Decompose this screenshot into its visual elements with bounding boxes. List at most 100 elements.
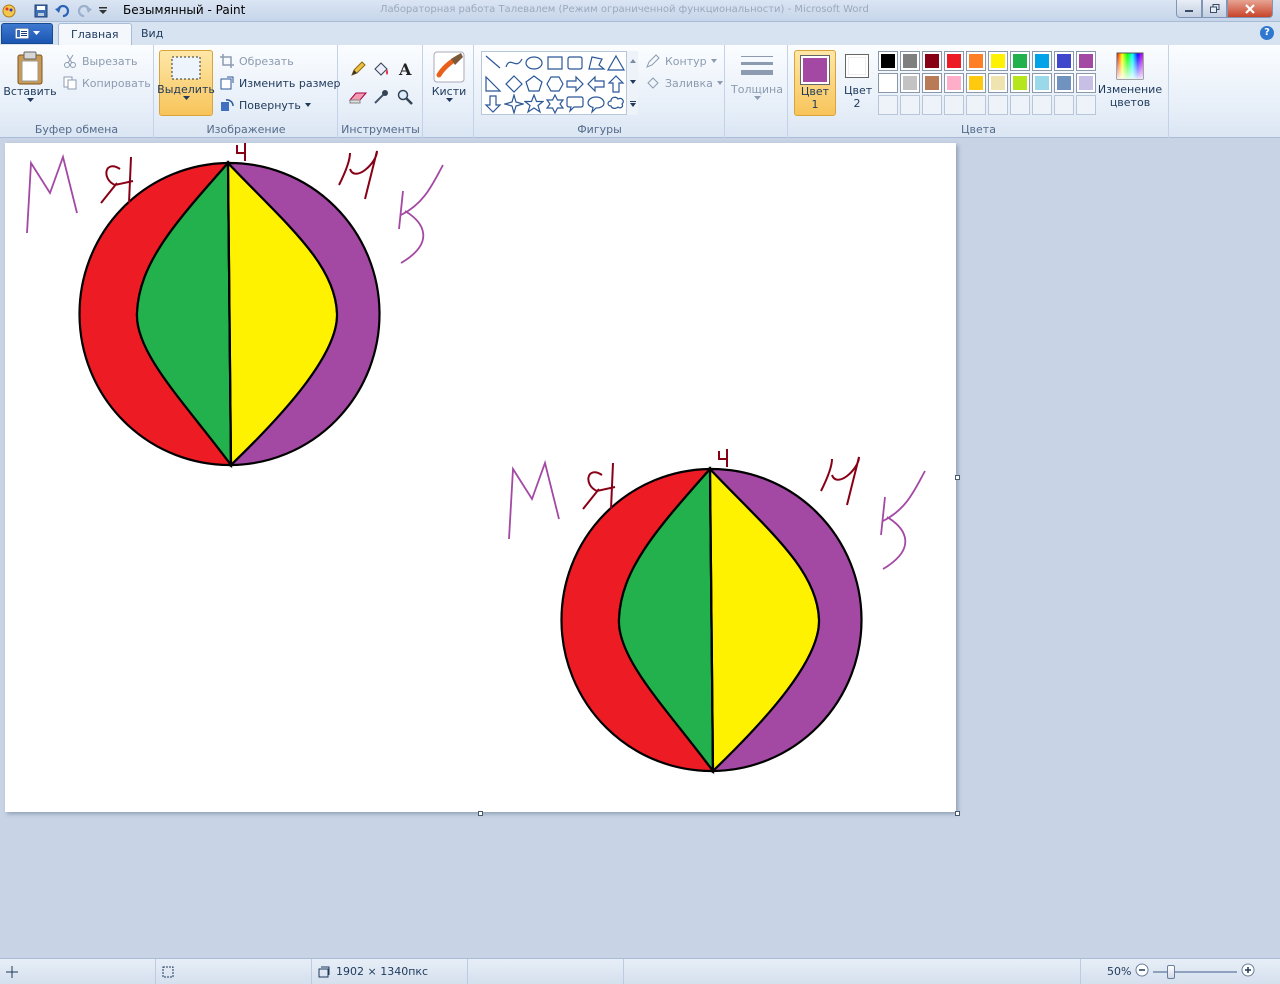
close-button[interactable] <box>1227 0 1273 18</box>
shape-polygon-icon[interactable] <box>586 53 606 73</box>
fill-button[interactable]: Заливка <box>645 73 723 93</box>
palette-custom-slot[interactable] <box>944 95 964 115</box>
shape-line-icon[interactable] <box>483 53 503 73</box>
palette-color-swatch[interactable] <box>1054 73 1074 93</box>
cut-button[interactable]: Вырезать <box>62 51 137 71</box>
text-icon[interactable]: A <box>394 58 416 80</box>
eraser-icon[interactable] <box>347 86 369 108</box>
palette-custom-slot[interactable] <box>1032 95 1052 115</box>
shape-six-point-star-icon[interactable] <box>545 94 565 114</box>
palette-custom-slot[interactable] <box>1076 95 1096 115</box>
palette-color-swatch[interactable] <box>1032 51 1052 71</box>
palette-color-swatch[interactable] <box>1010 51 1030 71</box>
canvas-workspace[interactable] <box>0 139 1280 957</box>
drawing-ball-1 <box>26 143 444 469</box>
help-icon[interactable]: ? <box>1260 26 1274 40</box>
palette-custom-slot[interactable] <box>988 95 1008 115</box>
palette-color-swatch[interactable] <box>1032 73 1052 93</box>
palette-custom-slot[interactable] <box>1054 95 1074 115</box>
drawing[interactable] <box>5 143 956 812</box>
palette-custom-slot[interactable] <box>878 95 898 115</box>
palette-color-swatch[interactable] <box>1010 73 1030 93</box>
shape-oval-callout-icon[interactable] <box>586 94 606 114</box>
magnifier-icon[interactable] <box>394 86 416 108</box>
palette-custom-slot[interactable] <box>966 95 986 115</box>
resize-handle-bottom[interactable] <box>478 811 483 816</box>
palette-color-swatch[interactable] <box>922 51 942 71</box>
shapes-scrollbar[interactable] <box>626 51 638 115</box>
shape-right-arrow-icon[interactable] <box>565 74 585 94</box>
palette-color-swatch[interactable] <box>1076 73 1096 93</box>
undo-icon[interactable] <box>53 2 71 20</box>
redo-icon[interactable] <box>77 2 93 20</box>
chevron-down-icon <box>445 98 453 102</box>
resize-handle-corner[interactable] <box>955 811 960 816</box>
file-menu-button[interactable] <box>1 23 53 44</box>
shape-rectangle-icon[interactable] <box>545 53 565 73</box>
palette-custom-slot[interactable] <box>922 95 942 115</box>
shape-oval-icon[interactable] <box>524 53 544 73</box>
selection-icon <box>162 966 174 977</box>
paint-app-icon[interactable] <box>2 2 16 20</box>
customize-quick-access-icon[interactable] <box>98 2 108 20</box>
shape-curve-icon[interactable] <box>504 53 524 73</box>
color2-button[interactable]: Цвет 2 <box>839 54 875 110</box>
rotate-icon <box>219 97 235 113</box>
size-button[interactable]: Толщина <box>731 51 783 101</box>
resize-icon <box>219 75 235 91</box>
shape-hexagon-icon[interactable] <box>545 74 565 94</box>
palette-color-swatch[interactable] <box>1054 51 1074 71</box>
shape-rounded-rectangle-icon[interactable] <box>565 53 585 73</box>
color1-button[interactable]: Цвет 1 <box>794 50 836 116</box>
outline-button[interactable]: Контур <box>645 51 717 71</box>
palette-color-swatch[interactable] <box>988 51 1008 71</box>
tab-home[interactable]: Главная <box>58 23 132 45</box>
palette-color-swatch[interactable] <box>900 73 920 93</box>
select-button[interactable]: Выделить <box>157 50 215 116</box>
shape-pentagon-icon[interactable] <box>524 74 544 94</box>
shape-cloud-callout-icon[interactable] <box>606 94 626 114</box>
rotate-button[interactable]: Повернуть <box>219 95 311 115</box>
fill-bucket-icon[interactable] <box>370 58 392 80</box>
palette-color-swatch[interactable] <box>878 73 898 93</box>
palette-color-swatch[interactable] <box>966 73 986 93</box>
resize-handle-right[interactable] <box>955 475 960 480</box>
copy-button[interactable]: Копировать <box>62 73 151 93</box>
palette-custom-slot[interactable] <box>1010 95 1030 115</box>
tab-view[interactable]: Вид <box>129 23 175 45</box>
shape-left-arrow-icon[interactable] <box>586 74 606 94</box>
crop-button[interactable]: Обрезать <box>219 51 294 71</box>
zoom-slider[interactable] <box>1153 964 1238 979</box>
shape-up-arrow-icon[interactable] <box>606 74 626 94</box>
palette-color-swatch[interactable] <box>1076 51 1096 71</box>
zoom-in-button[interactable] <box>1241 963 1255 980</box>
palette-custom-slot[interactable] <box>900 95 920 115</box>
palette-color-swatch[interactable] <box>878 51 898 71</box>
shape-right-triangle-icon[interactable] <box>483 74 503 94</box>
palette-color-swatch[interactable] <box>944 51 964 71</box>
zoom-slider-thumb[interactable] <box>1167 964 1176 979</box>
save-icon[interactable] <box>33 2 49 20</box>
palette-color-swatch[interactable] <box>944 73 964 93</box>
resize-button[interactable]: Изменить размер <box>219 73 341 93</box>
shape-down-arrow-icon[interactable] <box>483 94 503 114</box>
restore-button[interactable] <box>1202 0 1227 18</box>
palette-color-swatch[interactable] <box>966 51 986 71</box>
palette-color-swatch[interactable] <box>900 51 920 71</box>
palette-color-swatch[interactable] <box>922 73 942 93</box>
paste-button[interactable]: Вставить <box>3 51 57 103</box>
shape-triangle-icon[interactable] <box>606 53 626 73</box>
edit-colors-button[interactable]: Изменение цветов <box>1097 51 1163 109</box>
color-picker-icon[interactable] <box>370 86 392 108</box>
minimize-button[interactable] <box>1176 0 1202 18</box>
brushes-button[interactable]: Кисти <box>428 51 470 103</box>
drawing-canvas[interactable] <box>5 143 956 812</box>
shape-five-point-star-icon[interactable] <box>524 94 544 114</box>
shape-four-point-star-icon[interactable] <box>503 94 524 114</box>
shape-diamond-icon[interactable] <box>504 74 524 94</box>
shape-rounded-callout-icon[interactable] <box>565 94 585 114</box>
pencil-icon[interactable] <box>347 58 369 80</box>
status-bar: 1902 × 1340пкс 50% <box>0 958 1280 984</box>
palette-color-swatch[interactable] <box>988 73 1008 93</box>
zoom-out-button[interactable] <box>1135 963 1149 980</box>
